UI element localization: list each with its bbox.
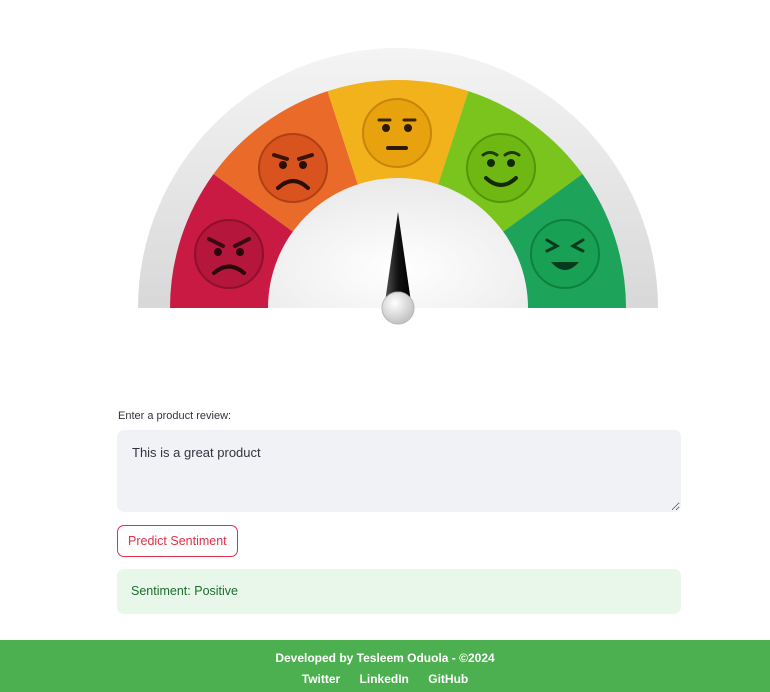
- footer: Developed by Tesleem Oduola - ©2024 Twit…: [0, 640, 770, 692]
- happy-face-icon: [466, 133, 536, 203]
- footer-credit: Developed by Tesleem Oduola - ©2024: [275, 651, 495, 665]
- twitter-link[interactable]: Twitter: [302, 672, 340, 686]
- sentiment-gauge: [138, 48, 658, 325]
- linkedin-link[interactable]: LinkedIn: [360, 672, 409, 686]
- very-happy-face-icon: [530, 219, 600, 289]
- gauge-needle-knob: [381, 291, 415, 325]
- footer-links: Twitter LinkedIn GitHub: [0, 672, 770, 686]
- github-link[interactable]: GitHub: [428, 672, 468, 686]
- predict-sentiment-button[interactable]: Predict Sentiment: [117, 525, 238, 557]
- review-input[interactable]: This is a great product: [117, 430, 681, 512]
- angry-face-icon: [194, 219, 264, 289]
- neutral-face-icon: [362, 98, 432, 168]
- sad-face-icon: [258, 133, 328, 203]
- review-label: Enter a product review:: [118, 410, 232, 422]
- sentiment-result: Sentiment: Positive: [117, 569, 681, 614]
- page: Enter a product review: This is a great …: [0, 0, 770, 692]
